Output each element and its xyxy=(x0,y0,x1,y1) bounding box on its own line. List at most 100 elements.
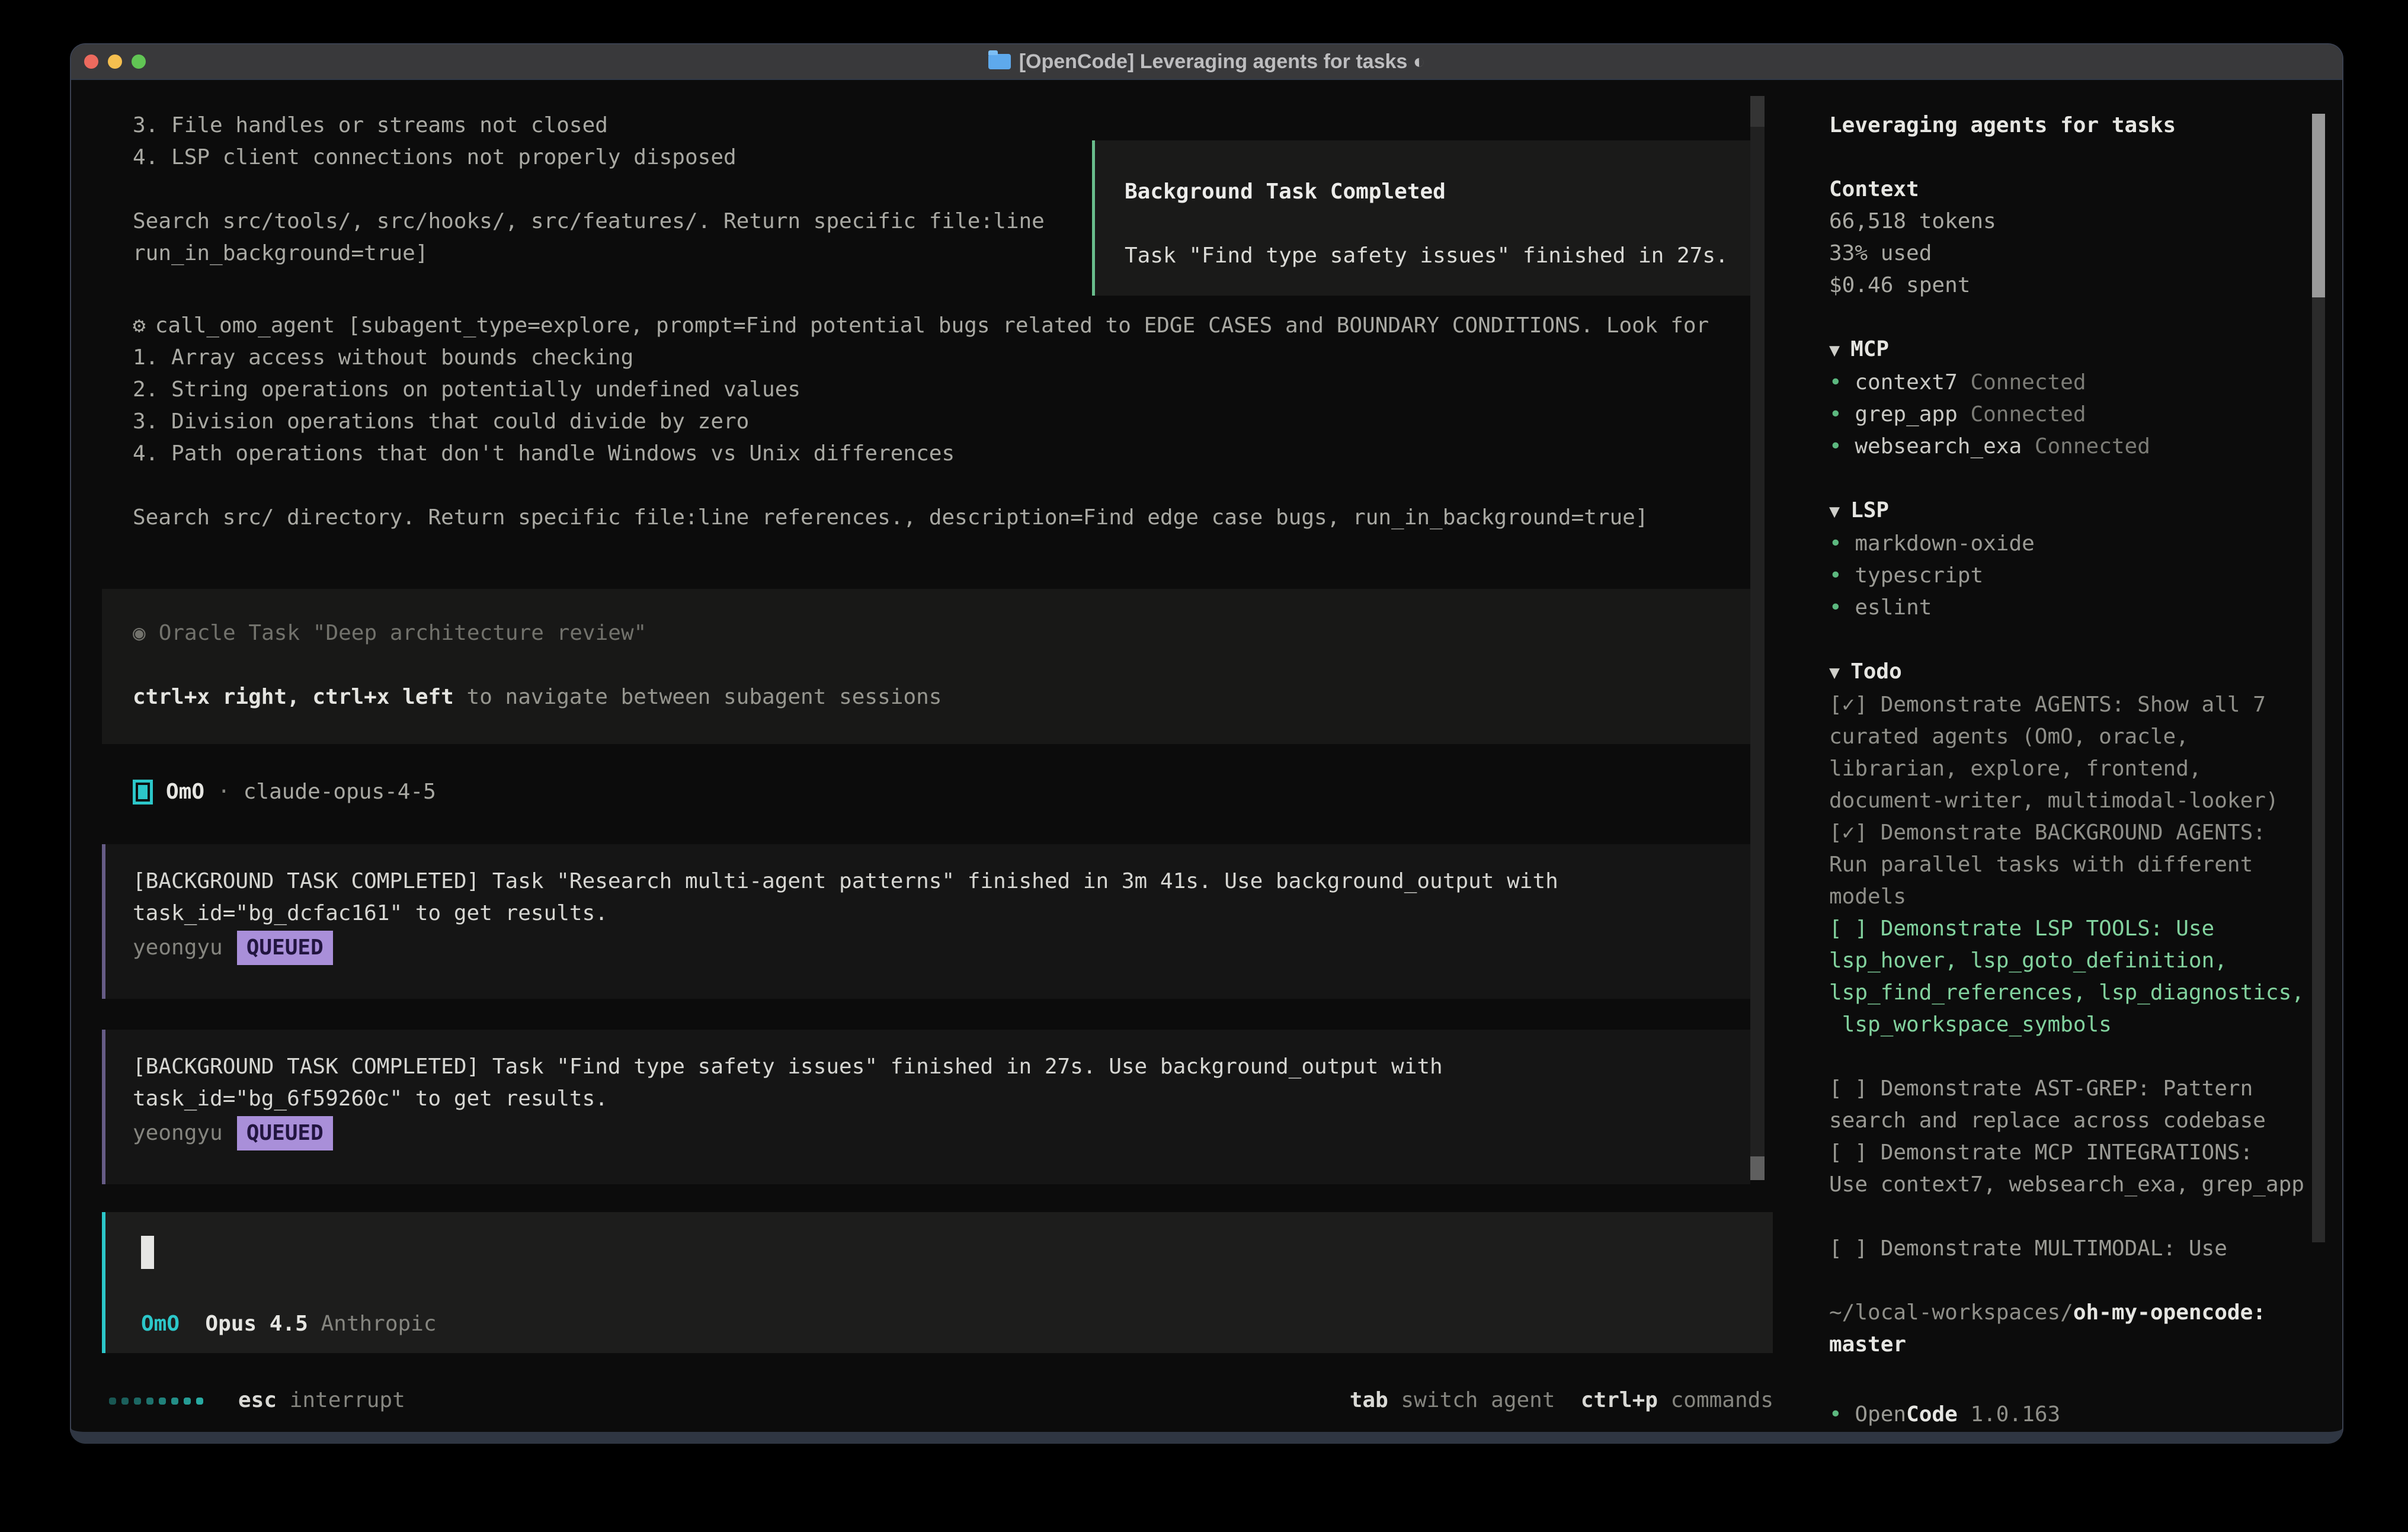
bullet-icon: • xyxy=(1829,531,1842,556)
main-scrollbar-thumb[interactable] xyxy=(1750,1156,1765,1180)
mcp-status: Connected xyxy=(1970,370,2086,395)
statusbar-left: esc interrupt xyxy=(238,1384,405,1416)
sidebar-scrollbar-thumb[interactable] xyxy=(2312,114,2325,297)
oracle-task-title-line: ◉Oracle Task "Deep architecture review" xyxy=(133,617,646,649)
todo-text: Demonstrate AGENTS: Show all 7 curated a… xyxy=(1829,693,2279,813)
bullet-icon: • xyxy=(1829,402,1842,427)
spinner-dots-icon xyxy=(109,1398,203,1405)
background-task-result: [BACKGROUND TASK COMPLETED] Task "Find t… xyxy=(102,1030,1750,1184)
todo-text: Demonstrate MCP INTEGRATIONS: Use contex… xyxy=(1829,1140,2304,1197)
mcp-name: grep_app xyxy=(1855,402,1957,427)
input-provider: Anthropic xyxy=(321,1312,436,1336)
context-used: 33% used xyxy=(1829,238,2327,270)
todo-item: [ ] Demonstrate AST-GREP: Pattern search… xyxy=(1829,1073,2327,1137)
context-spent: $0.46 spent xyxy=(1829,270,2327,302)
bullet-icon: • xyxy=(1829,1402,1842,1427)
oracle-task-hint: ctrl+x right, ctrl+x left to navigate be… xyxy=(133,681,942,713)
mcp-name: context7 xyxy=(1855,370,1957,395)
status-badge: QUEUED xyxy=(237,931,333,965)
session-title: Leveraging agents for tasks xyxy=(1829,110,2327,142)
todo-checkbox: [ ] xyxy=(1829,1140,1881,1165)
version-name-bold: Code xyxy=(1906,1402,1958,1427)
todo-checkbox: [ ] xyxy=(1829,1076,1881,1101)
folder-icon xyxy=(988,54,1011,69)
tool-call-text: ⚙call_omo_agent [subagent_type=explore, … xyxy=(133,310,1709,534)
main-scrollbar[interactable] xyxy=(1750,96,1765,1180)
lsp-item: • markdown-oxide xyxy=(1829,528,2327,560)
workspace-branch: master xyxy=(1829,1329,2327,1361)
gear-icon: ⚙ xyxy=(133,313,146,338)
todo-item: [✓] Demonstrate AGENTS: Show all 7 curat… xyxy=(1829,689,2327,817)
tab-key: tab xyxy=(1350,1388,1388,1412)
scrollback-text: 3. File handles or streams not closed 4.… xyxy=(133,110,1045,270)
workspace-prefix: ~/local-workspaces/ xyxy=(1829,1300,2073,1325)
lsp-name: typescript xyxy=(1855,563,1983,588)
desktop: [OpenCode] Leveraging agents for tasks ◐… xyxy=(0,0,2408,1532)
todo-text: Demonstrate BACKGROUND AGENTS: Run paral… xyxy=(1829,821,2266,909)
task-author: yeongyu xyxy=(133,932,223,964)
mcp-item: • websearch_exa Connected xyxy=(1829,431,2327,463)
input-model-name: Opus 4.5 xyxy=(205,1312,308,1336)
todo-text: Demonstrate AST-GREP: Pattern search and… xyxy=(1829,1076,2266,1133)
mcp-status: Connected xyxy=(2035,434,2150,459)
esc-key: esc xyxy=(238,1388,277,1412)
agent-separator: · xyxy=(217,776,230,808)
oracle-task-box[interactable]: ◉Oracle Task "Deep architecture review" … xyxy=(102,589,1750,744)
agent-header: OmO · claude-opus-4-5 xyxy=(133,776,436,808)
agent-name: OmO xyxy=(166,776,204,808)
lsp-name: markdown-oxide xyxy=(1855,531,2034,556)
toast-body: Task "Find type safety issues" finished … xyxy=(1125,240,1728,272)
todo-section-header[interactable]: ▼Todo xyxy=(1829,656,2327,689)
lsp-item: • typescript xyxy=(1829,560,2327,592)
sidebar-scrollbar[interactable] xyxy=(2312,114,2325,1242)
prompt-input[interactable]: OmO Opus 4.5 Anthropic xyxy=(102,1212,1773,1353)
mcp-item: • grep_app Connected xyxy=(1829,399,2327,431)
radio-icon: ◉ xyxy=(133,621,146,645)
mcp-section-header[interactable]: ▼ MCP xyxy=(1829,334,2327,367)
agent-model: claude-opus-4-5 xyxy=(244,776,436,808)
todo-item: [ ] Demonstrate MULTIMODAL: Use xyxy=(1829,1233,2327,1265)
collapse-triangle-icon: ▼ xyxy=(1829,340,1840,361)
todo-text: Demonstrate LSP TOOLS: Use lsp_hover, ls… xyxy=(1829,916,2304,1037)
todo-checkbox: [ ] xyxy=(1829,916,1881,941)
todo-item: [ ] Demonstrate MCP INTEGRATIONS: Use co… xyxy=(1829,1137,2327,1201)
task-meta-row: yeongyu QUEUED xyxy=(133,1116,1750,1150)
workspace-repo: oh-my-opencode: xyxy=(2073,1300,2266,1325)
status-badge: QUEUED xyxy=(237,1116,333,1150)
todo-list: [✓] Demonstrate AGENTS: Show all 7 curat… xyxy=(1829,689,2327,1265)
workspace-path: ~/local-workspaces/oh-my-opencode: maste… xyxy=(1829,1297,2327,1361)
main-scrollbar-thumb-top[interactable] xyxy=(1750,96,1765,127)
sidebar: Leveraging agents for tasks Context 66,5… xyxy=(1829,110,2327,1431)
version-name-normal: Open xyxy=(1855,1402,1906,1427)
lsp-section-header[interactable]: ▼LSP xyxy=(1829,495,2327,528)
esc-label: interrupt xyxy=(277,1388,405,1412)
task-result-list: [BACKGROUND TASK COMPLETED] Task "Resear… xyxy=(102,844,1750,1215)
ctrl-p-label: commands xyxy=(1658,1388,1773,1412)
hint-keys: ctrl+x right, ctrl+x left xyxy=(133,685,454,709)
opencode-version: • OpenCode 1.0.163 xyxy=(1829,1399,2327,1431)
version-number: 1.0.163 xyxy=(1958,1402,2060,1427)
tool-call-body: call_omo_agent [subagent_type=explore, p… xyxy=(133,313,1709,530)
input-agent-name: OmO xyxy=(141,1312,180,1336)
bullet-icon: • xyxy=(1829,563,1842,588)
mcp-heading: MCP xyxy=(1850,337,1889,361)
collapse-triangle-icon: ▼ xyxy=(1829,501,1840,522)
titlebar[interactable]: [OpenCode] Leveraging agents for tasks ◐ xyxy=(71,44,2342,80)
mcp-status: Connected xyxy=(1970,402,2086,427)
task-meta-row: yeongyu QUEUED xyxy=(133,931,1750,965)
lsp-item: • eslint xyxy=(1829,592,2327,624)
mcp-item: • context7 Connected xyxy=(1829,367,2327,399)
agent-icon xyxy=(133,780,153,805)
todo-heading: Todo xyxy=(1850,659,1902,684)
bullet-icon: • xyxy=(1829,370,1842,395)
task-author: yeongyu xyxy=(133,1117,223,1149)
toast-title: Background Task Completed xyxy=(1125,176,1446,208)
window-title-wrap: [OpenCode] Leveraging agents for tasks ◐ xyxy=(71,44,2342,79)
context-heading: Context xyxy=(1829,174,2327,206)
todo-checkbox: [ ] xyxy=(1829,1236,1881,1261)
task-result-text: [BACKGROUND TASK COMPLETED] Task "Resear… xyxy=(133,866,1750,930)
text-cursor xyxy=(141,1236,154,1269)
todo-text: Demonstrate MULTIMODAL: Use xyxy=(1881,1236,2227,1261)
model-row: OmO Opus 4.5 Anthropic xyxy=(141,1308,437,1340)
ctrl-p-key: ctrl+p xyxy=(1581,1388,1658,1412)
